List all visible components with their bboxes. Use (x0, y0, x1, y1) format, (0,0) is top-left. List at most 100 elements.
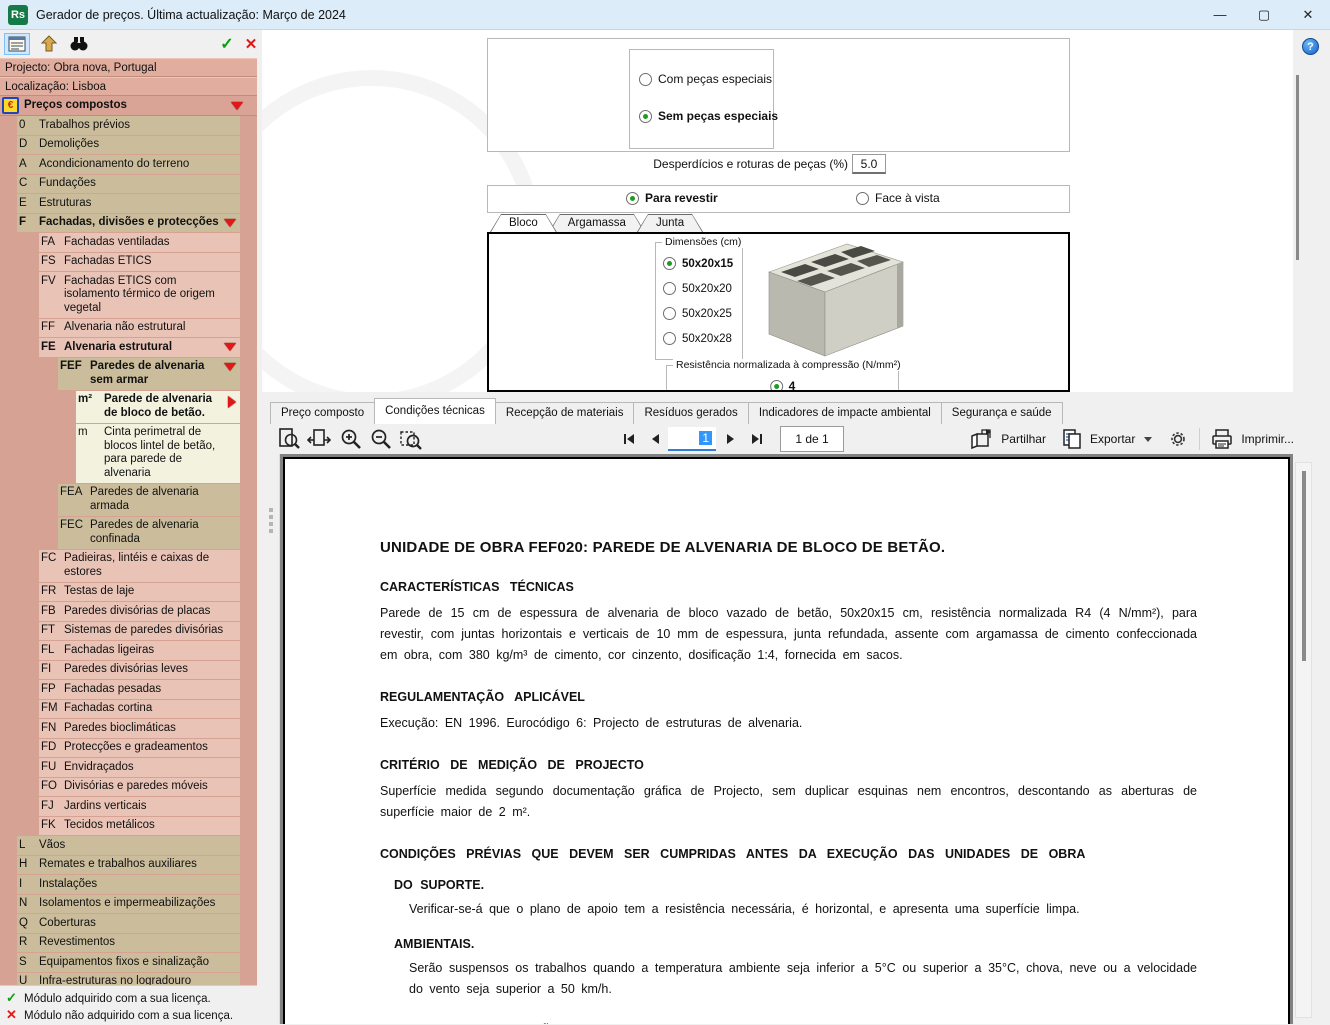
tree-item-code: D (19, 138, 28, 150)
tree-item-FN[interactable]: FN Paredes bioclimáticas (39, 719, 240, 738)
toolbar-separator (1199, 428, 1201, 450)
tree-item-FB[interactable]: FB Paredes divisórias de placas (39, 602, 240, 621)
tab-res-duos-gerados[interactable]: Resíduos gerados (633, 402, 749, 424)
tree-item-0[interactable]: 0 Trabalhos prévios (17, 116, 240, 135)
page-canvas: UNIDADE DE OBRA FEF020: PAREDE DE ALVENA… (280, 454, 1293, 1024)
location-row[interactable]: Localização: Lisboa (0, 77, 257, 96)
tree-item-code: FEA (60, 486, 83, 498)
tree-item-FV[interactable]: FV Fachadas ETICS com isolamento térmico … (39, 272, 240, 318)
options-scrollbar[interactable] (1296, 75, 1299, 260)
zoom-page-icon[interactable] (276, 426, 302, 452)
radio-dimension-3[interactable]: 50x20x28 (663, 332, 742, 345)
tree-item-code: FV (41, 274, 56, 287)
block-tab-argamassa[interactable]: Argamassa (549, 214, 645, 232)
share-button[interactable]: Partilhar (1001, 432, 1046, 446)
tree-item-Q[interactable]: Q Coberturas (17, 914, 240, 933)
zoom-in-icon[interactable] (338, 426, 364, 452)
concrete-block-image (751, 238, 911, 360)
tree-item-FP[interactable]: FP Fachadas pesadas (39, 680, 240, 699)
tree-item-A[interactable]: A Acondicionamento do terreno (17, 155, 240, 174)
tree-item-FJ[interactable]: FJ Jardins verticais (39, 797, 240, 816)
tree-item-E[interactable]: E Estruturas (17, 194, 240, 213)
project-row[interactable]: Projecto: Obra nova, Portugal (0, 58, 257, 77)
tab-recep-o-de-materiais[interactable]: Recepção de materiais (494, 402, 635, 424)
tree-item-FEF[interactable]: FEF Paredes de alvenaria sem armar (58, 357, 240, 390)
block-tab-bloco[interactable]: Bloco (490, 214, 557, 232)
tree-item-FT[interactable]: FT Sistemas de paredes divisórias (39, 621, 240, 640)
maximize-button[interactable]: ▢ (1242, 0, 1286, 30)
tree-item-FD[interactable]: FD Protecções e gradeamentos (39, 738, 240, 757)
tree-item-R[interactable]: R Revestimentos (17, 933, 240, 952)
tree-item-m[interactable]: m Cinta perimetral de blocos lintel de be… (76, 423, 240, 483)
scrollbar-thumb[interactable] (1302, 471, 1306, 661)
tree-header[interactable]: € Preços compostos (0, 96, 257, 116)
fit-width-icon[interactable] (306, 426, 332, 452)
share-icon[interactable] (970, 428, 994, 450)
waste-input[interactable]: 5.0 (852, 154, 886, 174)
help-icon[interactable]: ? (1302, 38, 1319, 55)
tree-item-FF[interactable]: FF Alvenaria não estrutural (39, 318, 240, 337)
tree-item-N[interactable]: N Isolamentos e impermeabilizações (17, 894, 240, 913)
zoom-out-icon[interactable] (368, 426, 394, 452)
tree-item-S[interactable]: S Equipamentos fixos e sinalização (17, 953, 240, 972)
tree-item-H[interactable]: H Remates e trabalhos auxiliares (17, 855, 240, 874)
zoom-window-icon[interactable] (398, 426, 424, 452)
last-page-icon[interactable] (748, 430, 766, 448)
radio-dimension-1[interactable]: 50x20x20 (663, 282, 742, 295)
tree-item-I[interactable]: I Instalações (17, 875, 240, 894)
tree-item-FR[interactable]: FR Testas de laje (39, 582, 240, 601)
radio-dimension-2[interactable]: 50x20x25 (663, 307, 742, 320)
print-icon[interactable] (1210, 428, 1234, 450)
block-tab-junta[interactable]: Junta (637, 214, 703, 232)
tree-item-FK[interactable]: FK Tecidos metálicos (39, 816, 240, 835)
tab-indicadores-de-impacte-ambiental[interactable]: Indicadores de impacte ambiental (747, 402, 942, 424)
tree-item-FE[interactable]: FE Alvenaria estrutural (39, 338, 240, 357)
radio-label: Para revestir (645, 191, 718, 205)
radio-special-pieces-0[interactable]: Com peças especiais (639, 72, 773, 86)
tree-item-C[interactable]: C Fundações (17, 174, 240, 193)
panel-splitter[interactable] (262, 454, 280, 1024)
export-icon[interactable] (1061, 428, 1083, 450)
tree-item-FL[interactable]: FL Fachadas ligeiras (39, 641, 240, 660)
print-button[interactable]: Imprimir... (1241, 432, 1294, 446)
page-number-input[interactable]: 1 (668, 427, 716, 451)
radio-label: Face à vista (875, 191, 940, 205)
form-view-icon[interactable] (4, 33, 30, 55)
tree-item-U[interactable]: U Infra-estruturas no logradouro (17, 972, 240, 985)
tree-item-FEC[interactable]: FEC Paredes de alvenaria confinada (58, 516, 240, 549)
tree-item-FM[interactable]: FM Fachadas cortina (39, 699, 240, 718)
document-scrollbar[interactable] (1295, 462, 1312, 1018)
search-icon[interactable] (66, 33, 92, 55)
radio-dimension-0[interactable]: 50x20x15 (663, 257, 742, 270)
tree-item-FO[interactable]: FO Divisórias e paredes móveis (39, 777, 240, 796)
next-page-icon[interactable] (722, 430, 740, 448)
level-up-icon[interactable] (36, 33, 62, 55)
first-page-icon[interactable] (620, 430, 638, 448)
settings-gear-icon[interactable] (1167, 428, 1189, 450)
tree-item-FU[interactable]: FU Envidraçados (39, 758, 240, 777)
accept-icon[interactable]: ✓ (214, 33, 240, 55)
radio-special-pieces-1[interactable]: Sem peças especiais (639, 109, 778, 123)
tree-item-FEA[interactable]: FEA Paredes de alvenaria armada (58, 483, 240, 516)
minimize-button[interactable]: — (1198, 0, 1242, 30)
tab-condi-es-t-cnicas[interactable]: Condições técnicas (374, 398, 496, 424)
tab-pre-o-composto[interactable]: Preço composto (270, 402, 376, 424)
tree-item-L[interactable]: L Vãos (17, 836, 240, 855)
document-content: UNIDADE DE OBRA FEF020: PAREDE DE ALVENA… (285, 459, 1288, 1024)
tree-item-FA[interactable]: FA Fachadas ventiladas (39, 233, 240, 252)
tree-item-FI[interactable]: FI Paredes divisórias leves (39, 660, 240, 679)
close-button[interactable]: ✕ (1286, 0, 1330, 30)
tree-item-D[interactable]: D Demolições (17, 135, 240, 154)
tree-item-FS[interactable]: FS Fachadas ETICS (39, 252, 240, 271)
tree-item-F[interactable]: F Fachadas, divisões e protecções (17, 213, 240, 232)
tree-item-m²[interactable]: m² Parede de alvenaria de bloco de betão. (76, 390, 240, 423)
radio-resistance-0[interactable]: 4 (769, 379, 795, 390)
previous-page-icon[interactable] (646, 430, 664, 448)
tab-seguran-a-e-sa-de[interactable]: Segurança e saúde (940, 402, 1063, 424)
radio-finish-1[interactable]: Face à vista (856, 191, 940, 205)
chevron-down-icon (224, 362, 236, 371)
export-button[interactable]: Exportar (1090, 432, 1135, 446)
tree-item-FC[interactable]: FC Padieiras, lintéis e caixas de estores (39, 549, 240, 582)
cancel-icon[interactable]: ✕ (238, 33, 264, 55)
radio-finish-0[interactable]: Para revestir (626, 191, 718, 205)
